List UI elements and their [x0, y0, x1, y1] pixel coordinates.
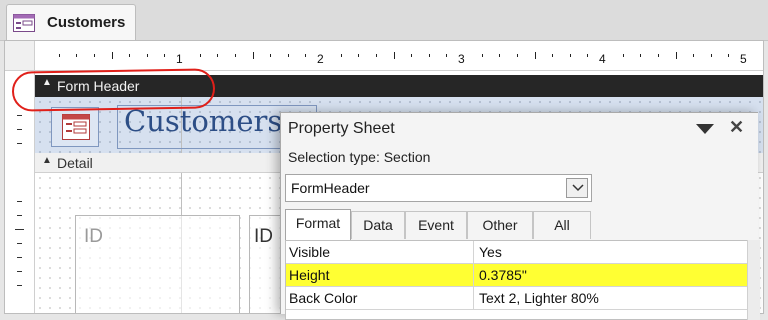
ruler-tick	[481, 54, 483, 57]
document-tab-customers[interactable]: Customers	[6, 4, 136, 40]
selection-type-label: Selection type: Section	[288, 149, 431, 165]
annotation-circle	[11, 68, 216, 112]
ruler-tick	[516, 54, 518, 57]
tab-format[interactable]: Format	[285, 209, 351, 240]
property-value: 0.3785"	[479, 267, 527, 283]
ruler-tick	[217, 54, 219, 57]
ruler-tick	[58, 54, 60, 57]
ruler-tick	[129, 54, 131, 57]
tab-other[interactable]: Other	[467, 211, 533, 239]
ruler-tick	[375, 54, 377, 57]
ruler-number: 1	[176, 52, 183, 66]
property-row-back-color[interactable]: Back Color Text 2, Lighter 80%	[286, 287, 748, 310]
tab-all[interactable]: All	[533, 211, 591, 239]
property-name: Visible	[289, 244, 330, 260]
id-label-text: ID	[254, 226, 273, 247]
id-textbox-text: ID	[84, 226, 103, 247]
chevron-down-icon	[572, 184, 584, 192]
ruler-tick	[675, 52, 677, 59]
property-sheet: Property Sheet ✕ Selection type: Section…	[280, 112, 760, 320]
property-row-visible[interactable]: Visible Yes	[286, 241, 748, 264]
ruler-tick	[252, 52, 254, 59]
ruler-number: 5	[740, 52, 747, 66]
ruler-tick	[76, 54, 78, 57]
horizontal-ruler[interactable]: 1 2 3 4 5	[35, 41, 763, 71]
ruler-tick	[499, 54, 501, 57]
tab-data[interactable]: Data	[351, 211, 405, 239]
ruler-tick	[428, 54, 430, 57]
ruler-tick	[340, 54, 342, 57]
detail-label: Detail	[57, 155, 93, 171]
object-selector-combo[interactable]: FormHeader	[285, 174, 592, 202]
ruler-tick	[728, 54, 730, 57]
document-tab-strip: Customers	[0, 0, 768, 41]
object-selector-button[interactable]	[566, 178, 588, 198]
ruler-tick	[693, 54, 695, 57]
form-logo-icon	[62, 114, 90, 140]
ruler-tick	[393, 52, 395, 59]
ruler-tick	[305, 54, 307, 57]
property-value: Text 2, Lighter 80%	[479, 290, 599, 306]
ruler-tick	[93, 54, 95, 57]
document-tab-label: Customers	[47, 14, 126, 31]
ruler-tick	[657, 54, 659, 57]
ruler-tick	[164, 54, 166, 57]
section-expand-icon: ▲	[42, 155, 52, 166]
ruler-tick	[569, 54, 571, 57]
logo-control[interactable]	[51, 107, 99, 147]
ruler-tick	[587, 54, 589, 57]
close-icon[interactable]: ✕	[729, 117, 744, 138]
ruler-tick	[446, 54, 448, 57]
property-scrollbar[interactable]	[747, 240, 760, 320]
ruler-tick	[111, 52, 113, 59]
ruler-tick	[287, 54, 289, 57]
ruler-number: 2	[317, 52, 324, 66]
ruler-tick	[146, 54, 148, 57]
property-grid: Visible Yes Height 0.3785" Back Color Te…	[285, 240, 749, 320]
object-selector-value: FormHeader	[291, 180, 370, 196]
form-icon	[13, 14, 35, 32]
id-textbox[interactable]: ID	[75, 215, 240, 313]
dropdown-menu-icon[interactable]	[696, 124, 714, 134]
tab-event[interactable]: Event	[405, 211, 467, 239]
property-sheet-title: Property Sheet	[288, 120, 395, 137]
ruler-tick	[640, 54, 642, 57]
ruler-tick	[358, 54, 360, 57]
ruler-number: 4	[599, 52, 606, 66]
ruler-tick	[622, 54, 624, 57]
ruler-number: 3	[458, 52, 465, 66]
ruler-tick	[710, 54, 712, 57]
ruler-tick	[534, 52, 536, 59]
ruler-tick	[411, 54, 413, 57]
ruler-tick	[270, 54, 272, 57]
ruler-corner[interactable]	[5, 41, 35, 71]
ruler-tick	[552, 54, 554, 57]
ruler-tick	[199, 54, 201, 57]
property-row-height[interactable]: Height 0.3785"	[286, 264, 748, 287]
property-name: Height	[289, 267, 330, 283]
ruler-tick	[234, 54, 236, 57]
property-name: Back Color	[289, 290, 358, 306]
property-value: Yes	[479, 244, 502, 260]
